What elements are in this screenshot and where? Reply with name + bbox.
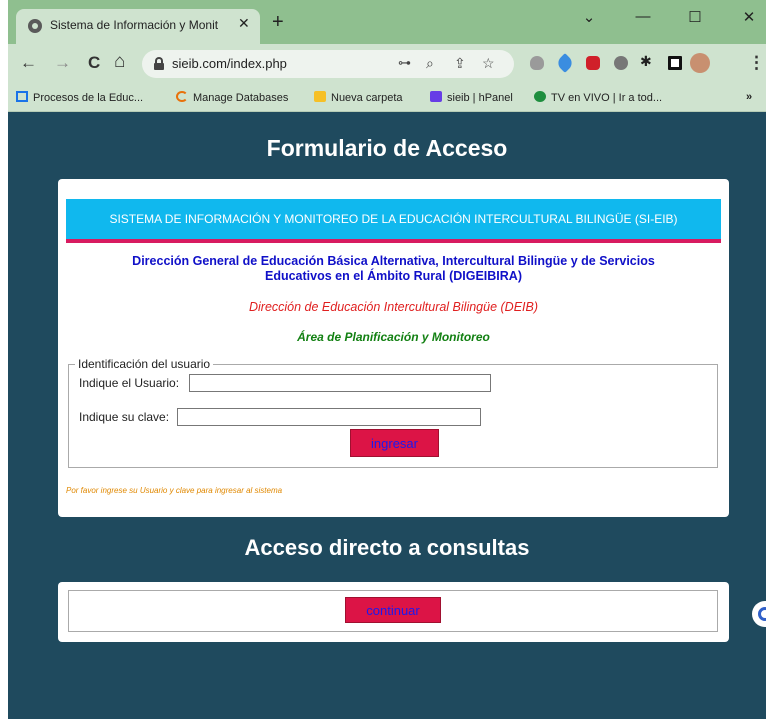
title-bar: Sistema de Información y Monit ✕ + ⌄ — ☐…	[8, 0, 766, 44]
close-window-button[interactable]: ✕	[734, 8, 764, 26]
bookmark-star-icon[interactable]: ☆	[482, 55, 495, 72]
user-fieldset: Identificación del usuario Indique el Us…	[68, 357, 718, 468]
reload-button[interactable]: C	[88, 53, 100, 73]
bookmark-item[interactable]: sieib | hPanel	[430, 91, 513, 104]
floating-assistant-icon[interactable]	[752, 601, 766, 627]
username-input[interactable]	[189, 374, 491, 392]
globe-icon	[28, 19, 42, 33]
bookmark-label: Nueva carpeta	[331, 92, 403, 104]
shield-extension-icon[interactable]	[530, 56, 544, 70]
tab-title: Sistema de Información y Monit	[50, 18, 219, 32]
adblock-extension-icon[interactable]	[586, 56, 600, 70]
continuar-button[interactable]: continuar	[345, 597, 441, 623]
minimize-button[interactable]: —	[628, 8, 658, 25]
toolbar: ← → C ⌂ sieib.com/index.php ⊶ ⌕ ⇪ ☆ ✱ ⋮	[8, 44, 766, 84]
password-label: Indique su clave:	[79, 410, 170, 424]
hpanel-icon	[430, 91, 442, 102]
banner-text: SISTEMA DE INFORMACIÓN Y MONITOREO DE LA…	[109, 212, 678, 226]
share-icon[interactable]: ⇪	[454, 55, 466, 72]
bookmarks-bar: Procesos de la Educ... Manage Databases …	[8, 84, 766, 112]
home-button[interactable]: ⌂	[114, 51, 125, 73]
login-title: Formulario de Acceso	[266, 135, 508, 161]
direccion-deib: Dirección de Educación Intercultural Bil…	[248, 300, 539, 314]
bookmark-item[interactable]: Procesos de la Educ...	[16, 91, 143, 104]
user-label: Indique el Usuario:	[79, 376, 180, 390]
login-card: SISTEMA DE INFORMACIÓN Y MONITOREO DE LA…	[58, 179, 729, 517]
password-input[interactable]	[177, 408, 481, 426]
gear-extension-icon[interactable]	[614, 56, 628, 70]
play-icon	[534, 91, 546, 102]
zoom-icon[interactable]: ⌕	[426, 55, 434, 72]
bookmarks-overflow-icon[interactable]: »	[746, 91, 752, 103]
bookmark-label: TV en VIVO | Ir a tod...	[551, 92, 663, 104]
new-tab-button[interactable]: +	[272, 12, 284, 32]
consultas-box: continuar	[68, 590, 718, 632]
bookmark-label: sieib | hPanel	[447, 92, 513, 104]
key-icon[interactable]: ⊶	[398, 55, 411, 71]
consultas-title: Acceso directo a consultas	[244, 535, 530, 560]
browser-tab[interactable]: Sistema de Información y Monit ✕	[16, 9, 260, 44]
login-hint: Por favor ingrese su Usuario y clave par…	[66, 486, 283, 495]
fieldset-legend: Identificación del usuario	[75, 357, 214, 371]
puzzle-icon[interactable]: ✱	[640, 53, 654, 69]
back-button[interactable]: ←	[20, 53, 37, 73]
menu-kebab-icon[interactable]: ⋮	[748, 53, 765, 73]
direccion-general-line-2: Educativos en el Ámbito Rural (DIGEIBIRA…	[265, 269, 522, 283]
folder-icon	[314, 91, 326, 102]
maximize-button[interactable]: ☐	[680, 8, 710, 26]
bookmark-item[interactable]: Nueva carpeta	[314, 91, 403, 104]
profile-avatar[interactable]	[690, 53, 710, 73]
direccion-general-line-1: Dirección General de Educación Básica Al…	[132, 254, 655, 268]
system-banner: SISTEMA DE INFORMACIÓN Y MONITOREO DE LA…	[66, 199, 721, 243]
consultas-card: continuar	[58, 582, 729, 642]
ingresar-button[interactable]: ingresar	[350, 429, 439, 457]
tab-search-icon[interactable]: ⌄	[574, 8, 604, 26]
browser-window: Sistema de Información y Monit ✕ + ⌄ — ☐…	[8, 0, 766, 719]
db-icon	[176, 91, 188, 102]
close-tab-icon[interactable]: ✕	[238, 15, 250, 32]
bookmark-label: Procesos de la Educ...	[33, 92, 144, 104]
grid-icon	[16, 91, 28, 102]
address-bar[interactable]: sieib.com/index.php ⊶ ⌕ ⇪ ☆	[142, 50, 514, 78]
pen-extension-icon[interactable]	[555, 53, 575, 73]
direccion-general: Dirección General de Educación Básica Al…	[66, 254, 721, 284]
bookmark-item[interactable]: TV en VIVO | Ir a tod...	[534, 91, 662, 104]
bookmark-item[interactable]: Manage Databases	[176, 91, 288, 104]
page-content: Formulario de Acceso SISTEMA DE INFORMAC…	[8, 113, 766, 719]
bookmark-label: Manage Databases	[193, 92, 289, 104]
url-text[interactable]: sieib.com/index.php	[172, 56, 287, 71]
forward-button[interactable]: →	[54, 53, 71, 73]
area-planificacion: Área de Planificación y Monitoreo	[297, 330, 490, 344]
lock-icon[interactable]	[154, 57, 164, 70]
sidepanel-icon[interactable]	[668, 56, 682, 70]
